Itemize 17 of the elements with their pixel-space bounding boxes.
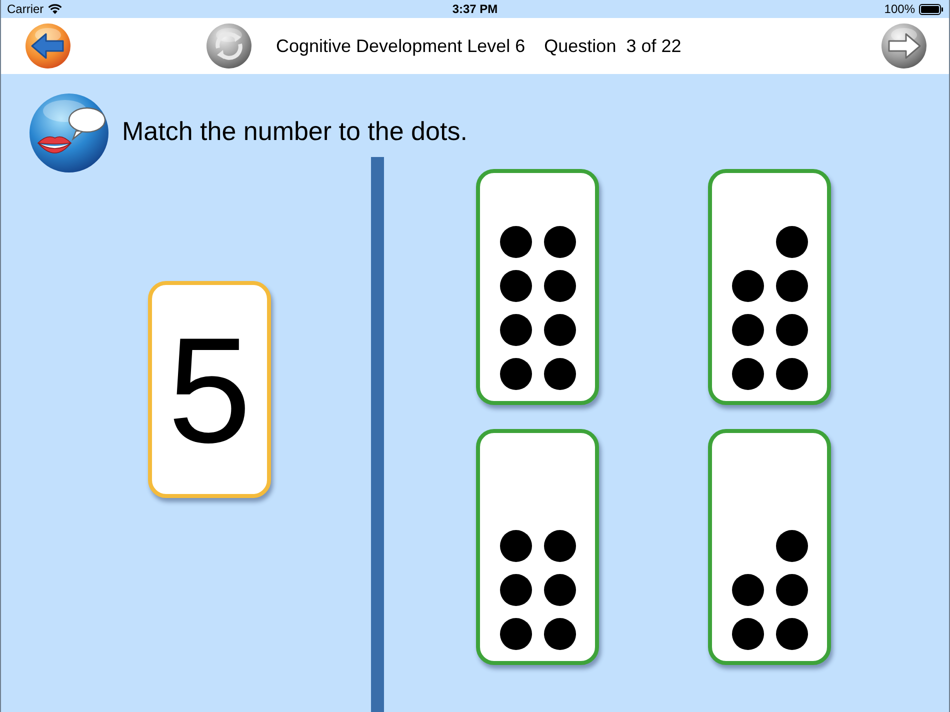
question-label: Question bbox=[544, 34, 616, 58]
instruction-text: Match the number to the dots. bbox=[122, 116, 468, 146]
wifi-icon bbox=[48, 4, 62, 14]
battery-icon bbox=[919, 4, 943, 14]
number-card[interactable]: 5 bbox=[148, 281, 271, 498]
circular-arrows-icon bbox=[206, 23, 252, 69]
clock-time: 3:37 PM bbox=[452, 1, 498, 18]
dot-card[interactable] bbox=[476, 429, 599, 665]
carrier-label: Carrier bbox=[7, 1, 44, 18]
question-number: 3 of 22 bbox=[626, 34, 682, 58]
battery-percent: 100% bbox=[884, 1, 915, 18]
dot-card[interactable] bbox=[708, 429, 831, 665]
lesson-title: Cognitive Development Level 6 bbox=[276, 34, 526, 58]
dot-card[interactable] bbox=[476, 169, 599, 405]
speaking-lips-icon[interactable] bbox=[29, 93, 109, 173]
back-button[interactable] bbox=[25, 23, 71, 69]
dot-card[interactable] bbox=[708, 169, 831, 405]
